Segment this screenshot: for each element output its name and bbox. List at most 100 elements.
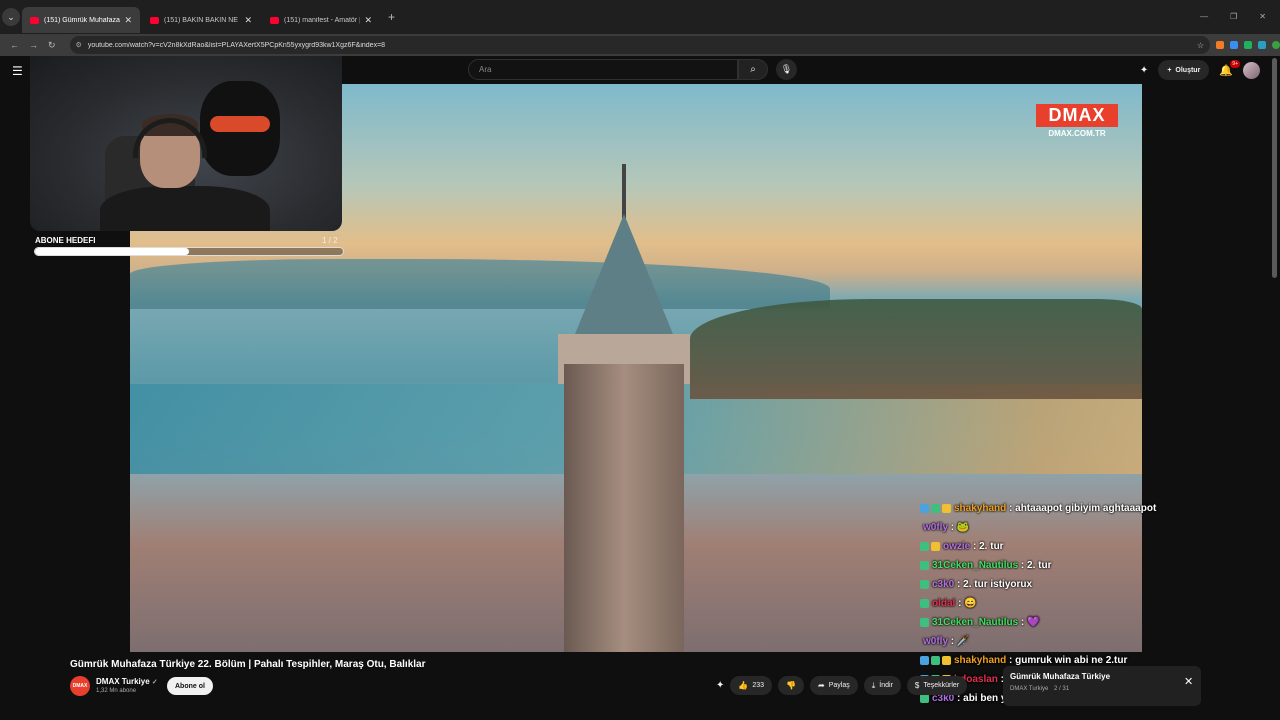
extension-icon[interactable] [1244, 41, 1252, 49]
back-icon[interactable]: ← [10, 40, 19, 50]
chat-separator: : [970, 541, 980, 552]
extension-icon[interactable] [1216, 41, 1224, 49]
forward-icon[interactable]: → [29, 40, 38, 50]
subscriber-goal-fill [35, 248, 189, 255]
chat-message: 31Ceken_Nautilus : 💜 [920, 613, 1220, 632]
bookmark-star-icon[interactable]: ☆ [1197, 41, 1204, 50]
create-button[interactable]: + Oluştur [1158, 60, 1210, 80]
chat-badge-icon [942, 656, 951, 665]
subscriber-goal-count: 1 / 2 [322, 236, 338, 245]
share-icon: ➦ [818, 681, 825, 690]
dislike-button[interactable]: 👎 [778, 676, 805, 695]
video-scene-tower [564, 364, 684, 652]
chat-badge-icon [920, 580, 929, 589]
chat-badge-icon [920, 504, 929, 513]
chat-text: gumruk win abi ne 2.tur [1015, 655, 1128, 666]
chat-username[interactable]: 31Ceken_Nautilus [932, 617, 1018, 628]
notifications-button[interactable]: 🔔 9+ [1219, 59, 1240, 77]
playlist-panel[interactable]: Gümrük Muhafaza Türkiye DMAX Turkiye 2 /… [1003, 666, 1201, 706]
like-button[interactable]: 👍 233 [730, 676, 773, 695]
tab-search-icon[interactable]: ⌄ [2, 8, 20, 26]
video-scene-coast [690, 299, 1142, 399]
download-label: İndir [879, 682, 893, 689]
download-button[interactable]: ⤓ İndir [863, 676, 901, 695]
reload-icon[interactable]: ↻ [48, 40, 56, 51]
sparkle-icon[interactable]: ✦ [716, 680, 724, 691]
chat-username[interactable]: 31Ceken_Nautilus [932, 560, 1018, 571]
avatar[interactable] [1243, 61, 1260, 79]
chat-separator: : [1018, 617, 1028, 628]
chat-username[interactable]: shakyhand [954, 503, 1006, 514]
browser-tab-2[interactable]: (151) BAKIN BAKIN NE OLUYOR ✕ [142, 7, 260, 33]
search-button[interactable]: ⌕ [738, 59, 768, 80]
chat-username[interactable]: owzie [943, 541, 970, 552]
channel-avatar[interactable]: DMAX [70, 676, 90, 696]
search-icon: ⌕ [750, 64, 756, 75]
playlist-title: Gümrük Muhafaza Türkiye [1010, 672, 1111, 681]
chat-badge-icon [931, 504, 940, 513]
profile-avatar-icon[interactable] [1272, 41, 1280, 49]
video-scene-coast [130, 259, 830, 309]
chat-badge-icon [931, 542, 940, 551]
chat-username[interactable]: w0fly [923, 636, 948, 647]
video-scene-tower [622, 164, 626, 219]
minimize-icon[interactable]: — [1200, 12, 1208, 21]
maximize-icon[interactable]: ❐ [1230, 12, 1237, 21]
chat-text: 2. tur [979, 541, 1004, 552]
extension-icon[interactable] [1258, 41, 1266, 49]
chat-separator: : [1006, 503, 1016, 514]
youtube-favicon-icon [150, 16, 159, 24]
chat-separator: : [955, 598, 965, 609]
youtube-favicon-icon [30, 16, 39, 24]
browser-tab-1[interactable]: (151) Gümrük Muhafaza Türkiye ✕ [22, 7, 140, 33]
page-scrollbar[interactable] [1272, 58, 1277, 278]
close-icon[interactable]: ✕ [124, 15, 132, 26]
chat-badge-icon [920, 656, 929, 665]
chat-badge-icon [942, 504, 951, 513]
url-field[interactable]: ⚙ youtube.com/watch?v=cV2n8kXdRao&list=P… [69, 36, 1210, 54]
microphone-icon: 🎙 [780, 64, 793, 74]
share-label: Paylaş [828, 682, 850, 689]
extensions-bar [1216, 41, 1280, 49]
chat-badges [920, 694, 929, 703]
extension-icon[interactable] [1230, 41, 1238, 49]
check-circle-icon: ✓ [151, 679, 158, 686]
youtube-favicon-icon [270, 16, 279, 24]
site-info-icon[interactable]: ⚙ [76, 41, 82, 49]
create-label: Oluştur [1175, 66, 1201, 74]
subscribe-button[interactable]: Abone ol [167, 677, 213, 695]
thanks-button[interactable]: $ Teşekkürler [906, 676, 968, 695]
cast-icon[interactable]: ✦ [1140, 65, 1148, 76]
browser-tab-3[interactable]: (151) manifest - Amatör | Vlog ✕ [262, 7, 380, 33]
tab-title: (151) manifest - Amatör | Vlog [284, 16, 361, 24]
header-actions: ✦ + Oluştur 🔔 9+ [1140, 59, 1260, 80]
chat-separator: : [1018, 560, 1028, 571]
chat-username[interactable]: oldal [932, 598, 955, 609]
playlist-channel: DMAX Turkiye [1010, 686, 1049, 692]
close-window-icon[interactable]: ✕ [1259, 12, 1266, 21]
share-button[interactable]: ➦ Paylaş [810, 676, 858, 695]
new-tab-icon[interactable]: + [388, 10, 395, 24]
chat-separator: : [948, 522, 957, 533]
channel-name[interactable]: DMAX Turkiye ✓ [96, 677, 158, 686]
chat-message: c3k0 : 2. tur istiyorux [920, 575, 1220, 594]
voice-search-button[interactable]: 🎙 [776, 59, 797, 80]
close-icon[interactable]: ✕ [1184, 675, 1193, 688]
menu-icon[interactable]: ☰ [12, 64, 23, 78]
chat-message: shakyhand : ahtaaapot gibiyim aghtaaapot [920, 499, 1220, 518]
thanks-label: Teşekkürler [923, 682, 960, 689]
notification-count: 9+ [1230, 59, 1240, 68]
chat-separator: : [948, 636, 957, 647]
search-input[interactable]: Ara [468, 59, 738, 80]
chat-text: 🗡️ [956, 636, 970, 647]
chat-username[interactable]: c3k0 [932, 579, 954, 590]
chat-username[interactable]: w0fly [923, 522, 948, 533]
chat-badge-icon [920, 542, 929, 551]
chat-separator: : [954, 579, 964, 590]
playlist-meta: DMAX Turkiye 2 / 31 [1010, 686, 1069, 692]
close-icon[interactable]: ✕ [364, 15, 372, 26]
close-icon[interactable]: ✕ [244, 15, 252, 26]
chat-text: 💜 [1027, 617, 1040, 628]
channel-watermark: DMAX DMAX.COM.TR [1036, 104, 1118, 138]
chat-username[interactable]: shakyhand [954, 655, 1006, 666]
